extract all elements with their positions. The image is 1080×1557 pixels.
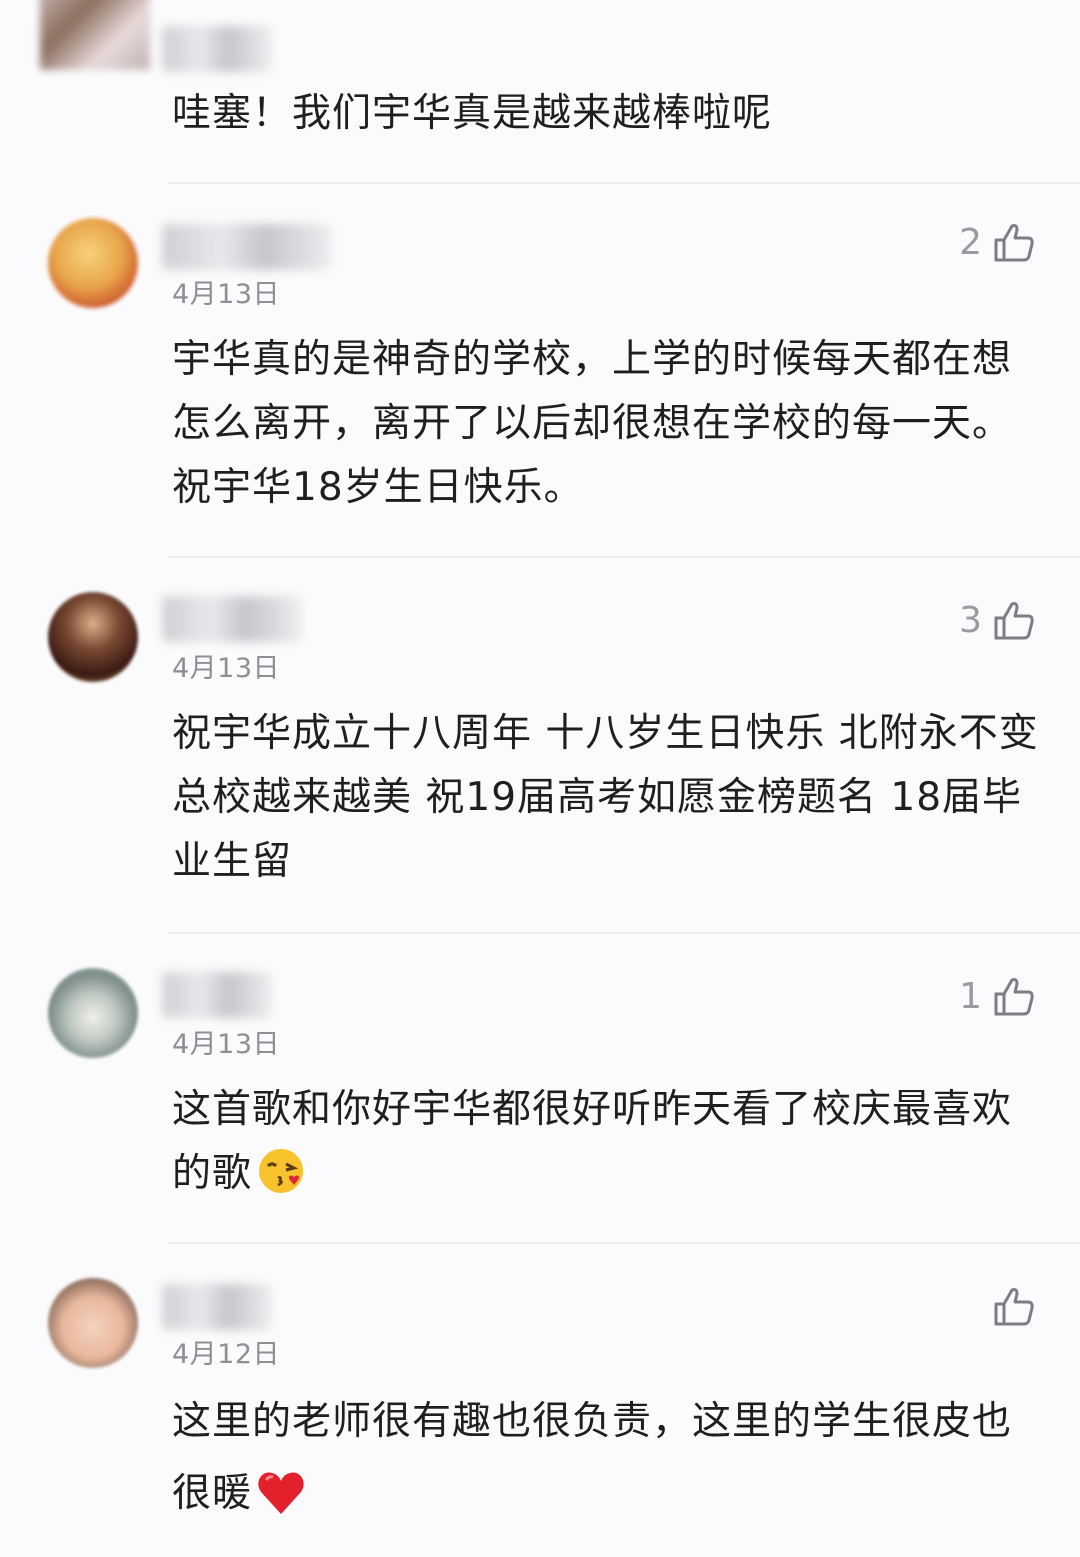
divider — [168, 182, 1080, 184]
red-heart-emoji — [256, 1468, 306, 1540]
thumbs-up-icon — [990, 1282, 1038, 1330]
like-count: 2 — [959, 221, 982, 263]
username[interactable] — [162, 596, 302, 642]
comment-date: 4月13日 — [172, 1029, 281, 1060]
divider — [168, 932, 1080, 934]
avatar[interactable] — [48, 1278, 138, 1368]
avatar[interactable] — [48, 592, 138, 682]
comment-text: 这首歌和你好宇华都很好听昨天看了校庆最喜欢的歌 — [172, 1078, 1042, 1216]
like-button[interactable]: 3 — [959, 594, 1038, 646]
divider — [168, 556, 1080, 558]
comment-date: 4月13日 — [172, 653, 281, 684]
like-button[interactable] — [982, 1280, 1038, 1332]
like-button[interactable]: 2 — [959, 216, 1038, 268]
comment-date: 4月12日 — [172, 1339, 281, 1370]
username[interactable] — [162, 26, 272, 72]
thumbs-up-icon — [990, 218, 1038, 266]
comment-text: 这里的老师很有趣也很负责，这里的学生很皮也很暖 — [172, 1386, 1042, 1540]
avatar[interactable] — [48, 968, 138, 1058]
thumbs-up-icon — [990, 972, 1038, 1020]
comment-list: 哇塞！我们宇华真是越来越棒啦呢 4月13日 2 宇华真的是神奇的学校，上学的时候… — [0, 0, 1080, 1557]
comment-date: 4月13日 — [172, 279, 281, 310]
username[interactable] — [162, 1284, 272, 1330]
comment-text: 祝宇华成立十八周年 十八岁生日快乐 北附永不变 总校越来越美 祝19届高考如愿金… — [172, 711, 1039, 884]
like-button[interactable]: 1 — [959, 970, 1038, 1022]
like-count: 1 — [959, 975, 982, 1017]
username[interactable] — [162, 224, 332, 270]
like-count: 3 — [959, 599, 982, 641]
thumbs-up-icon — [990, 596, 1038, 644]
avatar[interactable] — [48, 218, 138, 308]
comment-text: 宇华真的是神奇的学校，上学的时候每天都在想怎么离开，离开了以后却很想在学校的每一… — [172, 337, 1013, 510]
comment-text: 哇塞！我们宇华真是越来越棒啦呢 — [172, 91, 773, 136]
username[interactable] — [162, 972, 272, 1018]
divider — [168, 1242, 1080, 1244]
kissing-heart-emoji — [256, 1146, 306, 1216]
avatar[interactable] — [40, 0, 150, 70]
